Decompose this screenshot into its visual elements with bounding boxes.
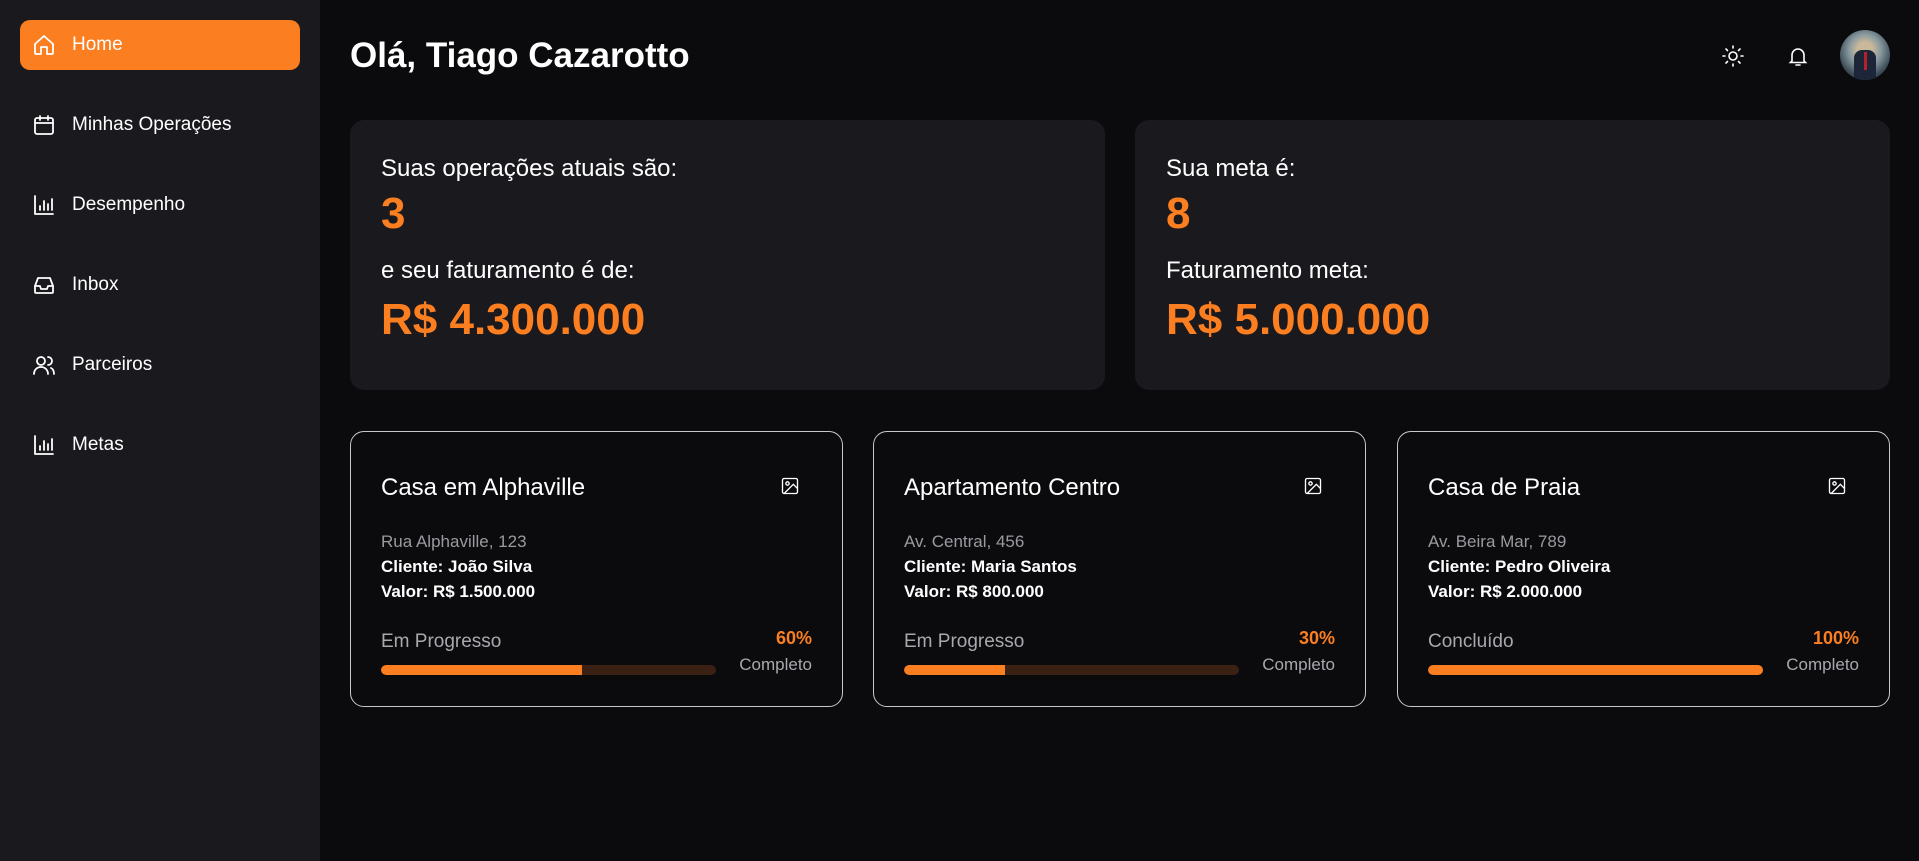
sidebar-item-label: Inbox [72,274,119,295]
property-client: Cliente: João Silva [381,557,533,576]
property-address: Av. Central, 456 [904,532,1025,551]
property-value: Valor: R$ 800.000 [904,582,1044,601]
property-status: Em Progresso [904,631,1025,652]
revenue-label: e seu faturamento é de: [381,257,635,284]
sidebar-item-label: Home [72,34,123,55]
image-icon[interactable] [780,476,800,496]
property-value: Valor: R$ 2.000.000 [1428,582,1583,601]
sidebar-item-label: Minhas Operações [72,114,232,135]
sidebar-item-inbox[interactable]: Inbox [20,260,300,310]
sidebar: Home Minhas Operações Desempenho Inbox P… [0,0,320,861]
sidebar-item-metas[interactable]: Metas [20,420,300,470]
sidebar-item-label: Metas [72,434,124,455]
sun-icon[interactable] [1721,44,1745,68]
property-card[interactable]: Casa de Praia Av. Beira Mar, 789 Cliente… [1397,431,1890,707]
property-title: Apartamento Centro [904,474,1121,501]
progress-complete-label: Completo [739,655,812,674]
bar-chart-icon [34,195,54,215]
property-status: Em Progresso [381,631,502,652]
revenue-value: R$ 4.300.000 [381,295,646,344]
property-card[interactable]: Apartamento Centro Av. Central, 456 Clie… [873,431,1366,707]
avatar[interactable] [1840,30,1890,80]
progress-complete-label: Completo [1786,655,1859,674]
sidebar-item-label: Desempenho [72,194,186,215]
sidebar-item-parceiros[interactable]: Parceiros [20,340,300,390]
goal-stats-card: Sua meta é: 8 Faturamento meta: R$ 5.000… [1135,120,1890,390]
property-card[interactable]: Casa em Alphaville Rua Alphaville, 123 C… [350,431,843,707]
goal-revenue-label: Faturamento meta: [1166,257,1369,284]
progress-bar [381,665,716,675]
image-icon[interactable] [1827,476,1847,496]
sidebar-item-desempenho[interactable]: Desempenho [20,180,300,230]
image-icon[interactable] [1303,476,1323,496]
users-icon [33,356,55,375]
property-title: Casa em Alphaville [381,474,586,501]
bar-chart-icon [34,435,54,455]
property-client: Cliente: Pedro Oliveira [1428,557,1611,576]
progress-fill [1428,665,1763,675]
property-address: Rua Alphaville, 123 [381,532,527,551]
property-status: Concluído [1428,631,1514,652]
sidebar-item-home[interactable]: Home [20,20,300,70]
bell-icon[interactable] [1786,44,1810,68]
sidebar-item-minhas-operacoes[interactable]: Minhas Operações [20,100,300,150]
property-client: Cliente: Maria Santos [904,557,1077,576]
progress-bar [904,665,1239,675]
page-title: Olá, Tiago Cazarotto [350,36,690,75]
sidebar-item-label: Parceiros [72,354,153,375]
inbox-icon [34,277,54,294]
operations-value: 3 [381,189,406,238]
property-title: Casa de Praia [1428,474,1581,501]
property-value: Valor: R$ 1.500.000 [381,582,536,601]
goal-revenue-value: R$ 5.000.000 [1166,295,1431,344]
progress-bar [1428,665,1763,675]
goal-value: 8 [1166,189,1191,238]
home-icon [34,35,54,55]
progress-percent: 30% [1298,628,1335,648]
progress-percent: 60% [775,628,812,648]
calendar-icon [34,115,54,135]
progress-complete-label: Completo [1262,655,1335,674]
property-address: Av. Beira Mar, 789 [1428,532,1567,551]
current-stats-card: Suas operações atuais são: 3 e seu fatur… [350,120,1105,390]
goal-label: Sua meta é: [1166,155,1296,182]
progress-percent: 100% [1812,628,1859,648]
progress-fill [904,665,1005,675]
progress-fill [381,665,582,675]
operations-label: Suas operações atuais são: [381,155,678,182]
